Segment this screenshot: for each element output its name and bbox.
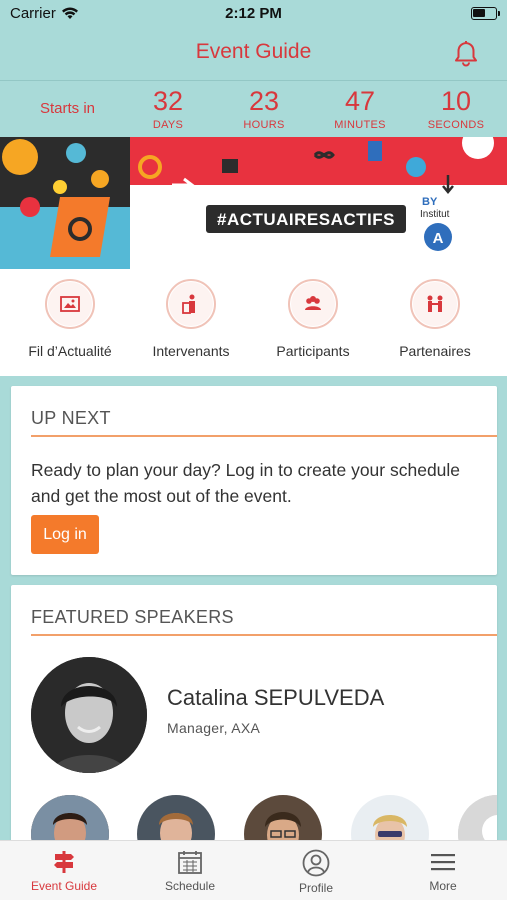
up-next-title: UP NEXT bbox=[31, 408, 111, 428]
featured-speakers-title: FEATURED SPEAKERS bbox=[31, 607, 234, 627]
banner-org: Institut bbox=[420, 209, 450, 220]
tab-bar: Event Guide Schedule Profile More bbox=[0, 840, 507, 900]
countdown-value: 32 bbox=[152, 86, 184, 116]
banner-illustration: #ACTUAIRESACTIFS BY Institut A bbox=[0, 137, 507, 269]
profile-icon bbox=[302, 849, 330, 877]
divider bbox=[31, 435, 497, 437]
news-feed-icon bbox=[45, 279, 95, 329]
countdown-caption: SECONDS bbox=[427, 119, 485, 131]
countdown-value: 23 bbox=[248, 86, 280, 116]
countdown-minutes: 47 MINUTES bbox=[315, 85, 405, 131]
countdown-value: 47 bbox=[344, 86, 376, 116]
up-next-card: UP NEXT Ready to plan your day? Log in t… bbox=[11, 386, 497, 575]
speaker-podium-icon bbox=[166, 279, 216, 329]
partners-icon bbox=[410, 279, 460, 329]
bell-icon[interactable] bbox=[451, 38, 481, 68]
quick-link-news-feed[interactable]: Fil d’Actualité bbox=[6, 279, 134, 359]
featured-speakers-card: FEATURED SPEAKERS Catalina SEPULVEDA Man… bbox=[11, 585, 497, 855]
svg-text:A: A bbox=[433, 230, 444, 247]
quick-links: Fil d’Actualité Intervenants Participant… bbox=[0, 269, 507, 376]
quick-link-label: Participants bbox=[276, 343, 350, 359]
quick-link-label: Partenaires bbox=[399, 343, 471, 359]
signpost-icon bbox=[54, 851, 74, 873]
status-bar: Carrier 2:12 PM bbox=[0, 0, 507, 28]
quick-link-partners[interactable]: Partenaires bbox=[371, 279, 499, 359]
quick-link-participants[interactable]: Participants bbox=[249, 279, 377, 359]
countdown-caption: MINUTES bbox=[334, 119, 386, 131]
speaker-avatar[interactable] bbox=[31, 657, 147, 773]
tab-label: Profile bbox=[298, 881, 333, 895]
countdown-caption: DAYS bbox=[152, 119, 184, 131]
countdown-days: 32 DAYS bbox=[123, 85, 213, 131]
tab-event-guide[interactable]: Event Guide bbox=[1, 841, 127, 900]
speaker-role: Manager, AXA bbox=[167, 720, 261, 736]
tab-label: Event Guide bbox=[30, 879, 98, 893]
login-button[interactable]: Log in bbox=[31, 515, 99, 554]
event-banner[interactable]: #ACTUAIRESACTIFS BY Institut A bbox=[0, 137, 507, 269]
tab-label: More bbox=[429, 879, 457, 893]
countdown-hours: 23 HOURS bbox=[219, 85, 309, 131]
quick-link-label: Fil d’Actualité bbox=[28, 343, 112, 359]
countdown: Starts in 32 DAYS 23 HOURS 47 MINUTES 10… bbox=[0, 80, 507, 136]
calendar-icon bbox=[178, 851, 202, 874]
quick-link-label: Intervenants bbox=[152, 343, 230, 359]
countdown-label: Starts in bbox=[40, 100, 96, 117]
countdown-seconds: 10 SECONDS bbox=[411, 85, 501, 131]
tab-schedule[interactable]: Schedule bbox=[127, 841, 253, 900]
countdown-caption: HOURS bbox=[243, 119, 285, 131]
divider bbox=[31, 634, 497, 636]
clock: 2:12 PM bbox=[225, 5, 282, 22]
tab-profile[interactable]: Profile bbox=[253, 841, 379, 900]
tab-more[interactable]: More bbox=[380, 841, 506, 900]
banner-by: BY bbox=[422, 196, 438, 208]
menu-icon bbox=[431, 854, 455, 871]
tab-label: Schedule bbox=[164, 879, 216, 893]
battery-icon bbox=[471, 7, 500, 20]
quick-link-speakers[interactable]: Intervenants bbox=[127, 279, 255, 359]
banner-hashtag: #ACTUAIRESACTIFS bbox=[217, 210, 395, 229]
countdown-value: 10 bbox=[440, 86, 472, 116]
page-title: Event Guide bbox=[195, 40, 312, 63]
app-header: Event Guide bbox=[0, 28, 507, 78]
people-icon bbox=[288, 279, 338, 329]
speaker-name[interactable]: Catalina SEPULVEDA bbox=[167, 685, 384, 711]
up-next-message: Ready to plan your day? Log in to create… bbox=[31, 460, 461, 506]
